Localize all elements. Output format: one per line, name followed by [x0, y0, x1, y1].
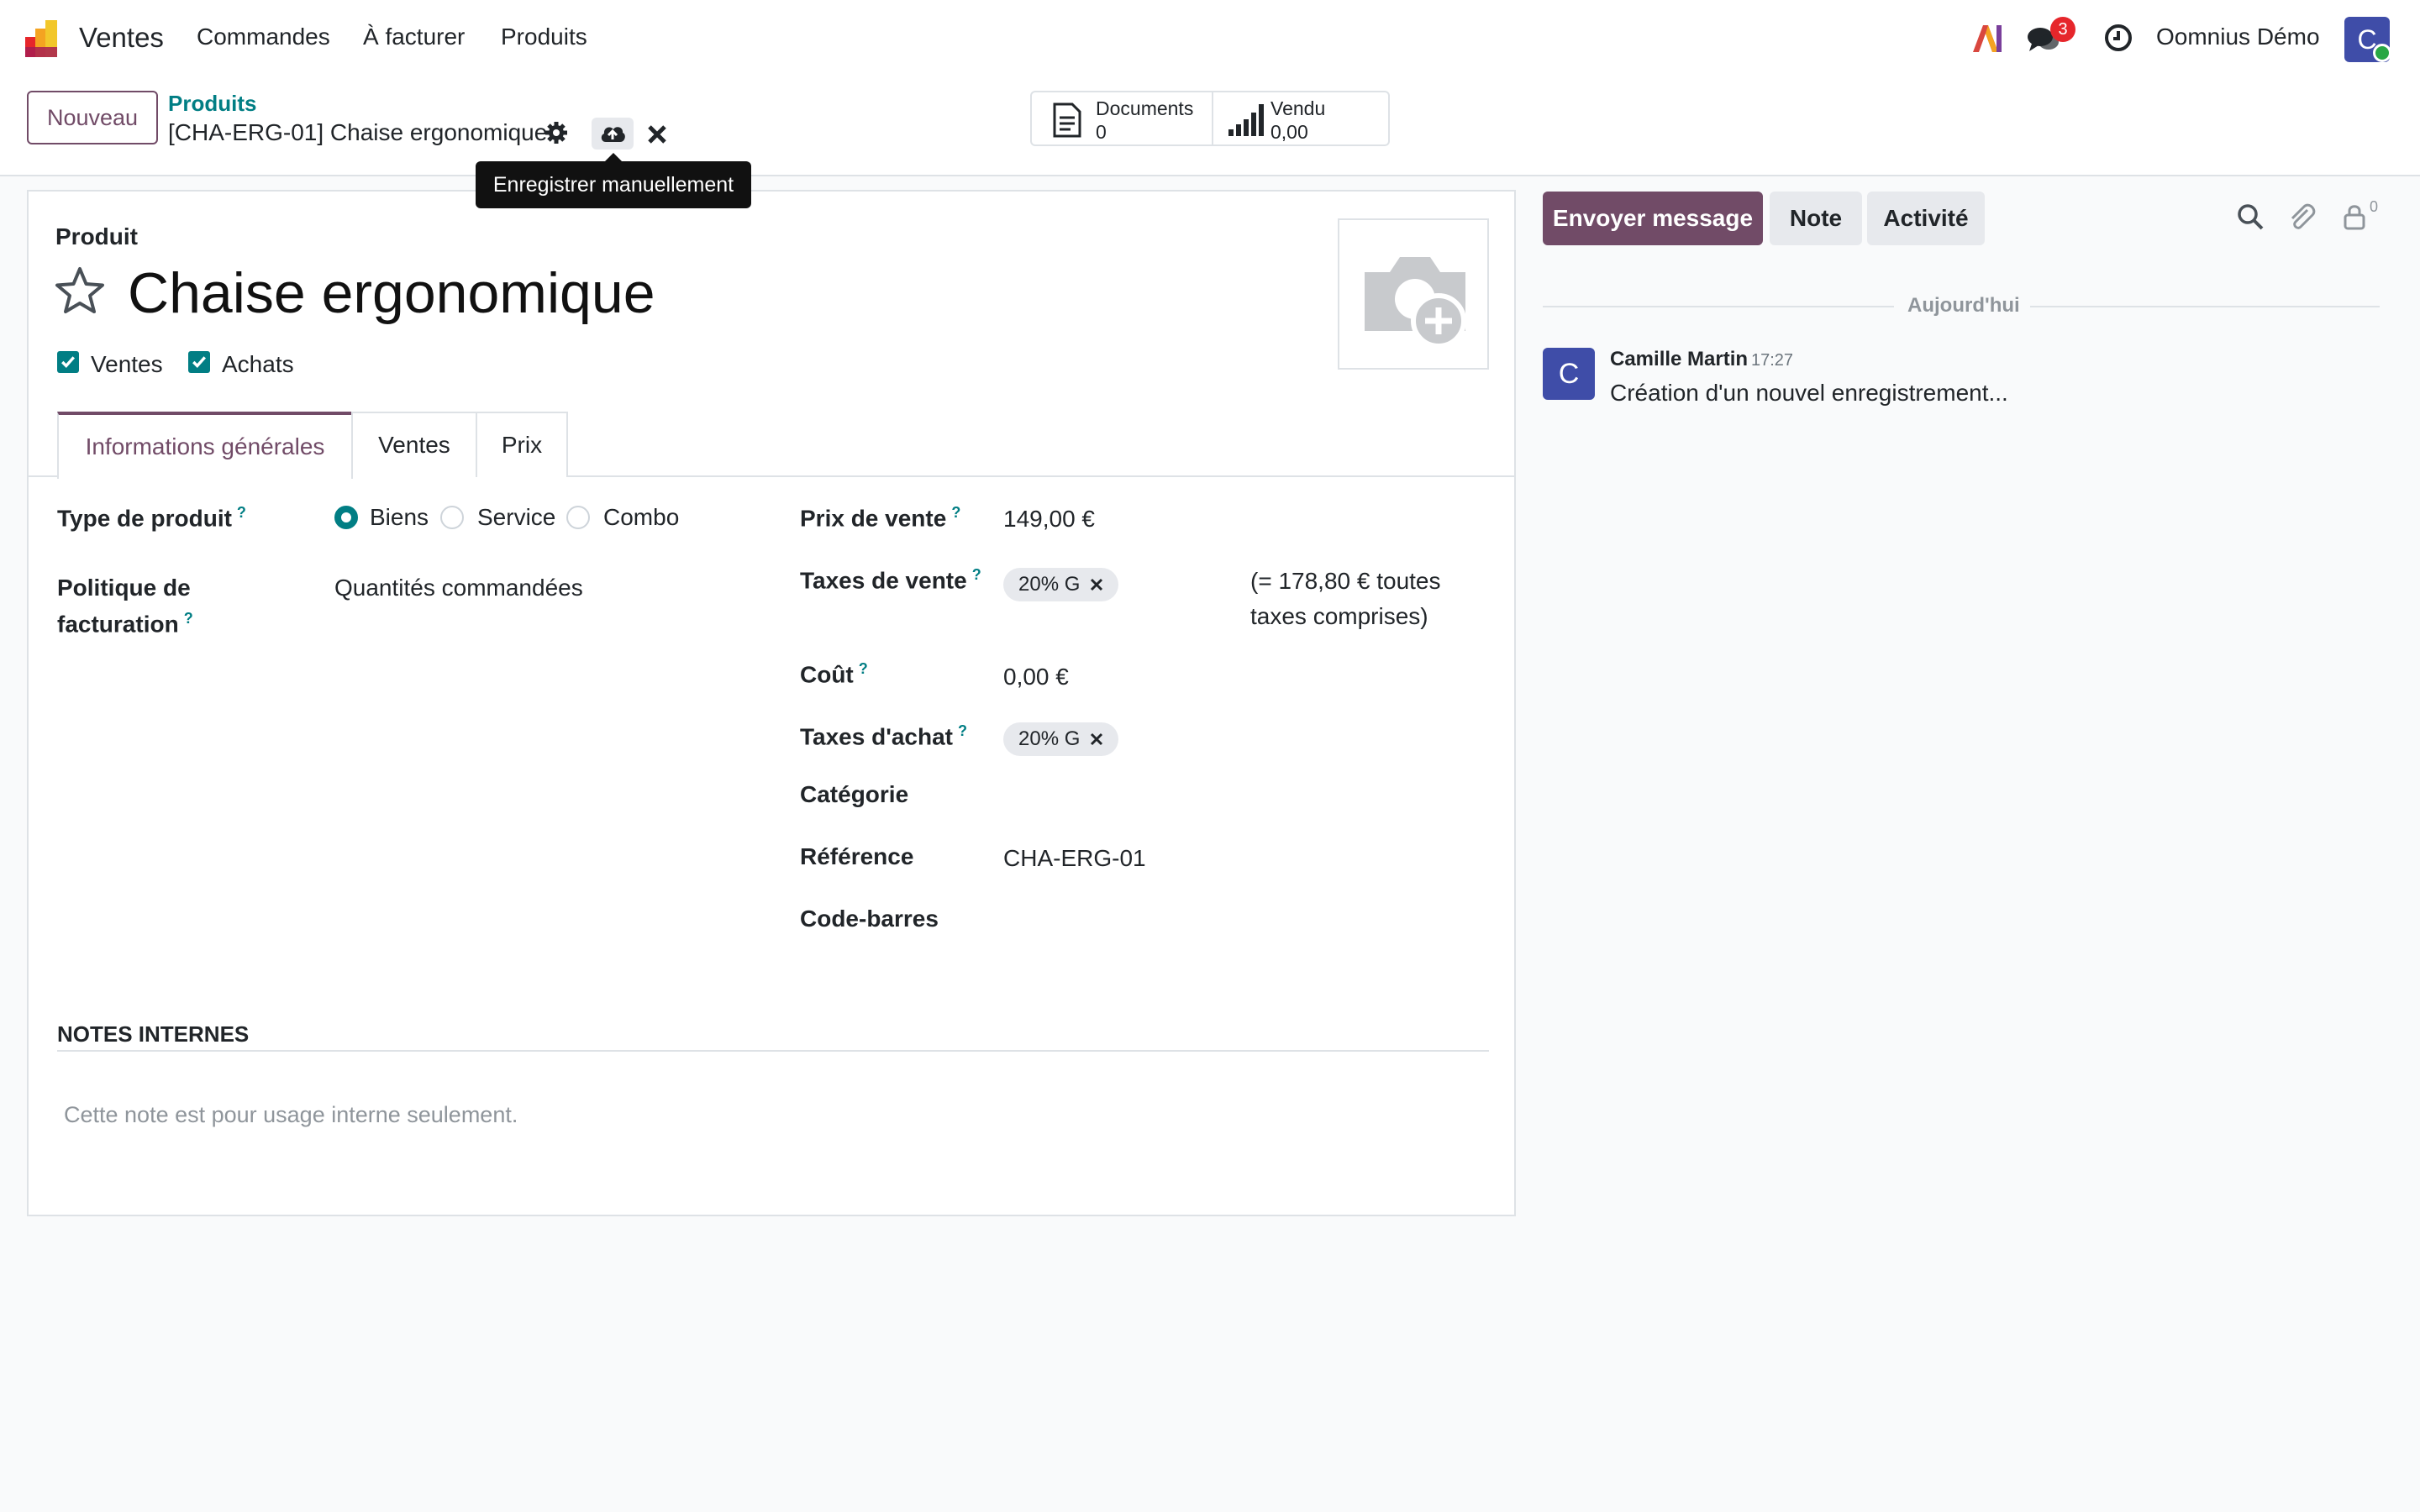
invoice-policy-label-line1: Politique de	[57, 575, 191, 601]
documents-smart-button[interactable]: Documents 0	[1030, 91, 1213, 146]
tab-general-info[interactable]: Informations générales	[57, 412, 353, 479]
document-icon	[1053, 102, 1081, 138]
signal-bars-icon	[1228, 104, 1264, 136]
menu-to-invoice[interactable]: À facturer	[363, 24, 465, 50]
purchase-checkbox[interactable]	[188, 351, 210, 373]
check-icon	[192, 356, 207, 368]
product-name[interactable]: Chaise ergonomique	[128, 260, 655, 326]
help-mark[interactable]: ?	[951, 504, 960, 521]
sales-checkbox[interactable]	[57, 351, 79, 373]
help-mark[interactable]: ?	[237, 504, 246, 521]
send-message-button[interactable]: Envoyer message	[1543, 192, 1763, 245]
radio-goods-label: Biens	[370, 504, 429, 530]
search-icon[interactable]	[2237, 203, 2264, 230]
internal-notes-title: NOTES INTERNES	[57, 1021, 250, 1047]
sale-tax-tag-label: 20% G	[1018, 573, 1081, 596]
message-time: 17:27	[1751, 351, 1794, 370]
gear-icon[interactable]	[544, 121, 568, 144]
clock-icon[interactable]	[2104, 24, 2133, 52]
documents-label: Documents	[1096, 97, 1194, 119]
help-mark[interactable]: ?	[184, 610, 193, 627]
cost-value[interactable]: 0,00 €	[1003, 664, 1069, 690]
top-navbar: Ventes Commandes À facturer Produits 3 O…	[0, 0, 2420, 77]
help-mark[interactable]: ?	[859, 660, 868, 677]
cost-label: Coût?	[800, 660, 868, 688]
today-separator: Aujourd'hui	[1907, 294, 2020, 317]
sold-label: Vendu	[1270, 97, 1326, 119]
radio-goods[interactable]	[334, 506, 358, 529]
remove-tag-icon[interactable]	[1090, 732, 1103, 746]
purchase-tax-label: Taxes d'achat?	[800, 722, 967, 750]
ai-icon[interactable]	[1971, 24, 2003, 54]
star-icon[interactable]	[54, 265, 106, 316]
messages-badge: 3	[2050, 17, 2075, 42]
tab-sales[interactable]: Ventes	[351, 412, 477, 477]
save-tooltip: Enregistrer manuellement	[476, 153, 751, 208]
category-input[interactable]	[1003, 778, 1474, 811]
discard-icon[interactable]	[647, 124, 667, 144]
control-panel: Nouveau Produits [CHA-ERG-01] Chaise erg…	[0, 77, 2420, 176]
form-header-label: Produit	[55, 223, 138, 249]
note-button[interactable]: Note	[1770, 192, 1862, 245]
radio-combo[interactable]	[566, 506, 590, 529]
today-divider-left	[1543, 306, 1894, 307]
followers-lock-icon[interactable]	[2343, 203, 2366, 230]
online-status-dot	[2373, 44, 2391, 62]
check-icon	[61, 356, 76, 368]
radio-service[interactable]	[440, 506, 464, 529]
invoice-policy-value[interactable]: Quantités commandées	[334, 575, 583, 601]
sold-smart-button[interactable]: Vendu 0,00	[1212, 91, 1390, 146]
product-form-sheet: Produit Chaise ergonomique Ventes Achats…	[27, 190, 1516, 1216]
reference-value[interactable]: CHA-ERG-01	[1003, 845, 1146, 872]
sales-checkbox-label: Ventes	[91, 351, 163, 377]
barcode-input[interactable]	[1003, 902, 1474, 936]
notes-divider	[57, 1050, 1489, 1052]
sale-tax-tag[interactable]: 20% G	[1003, 568, 1119, 601]
sales-app-icon[interactable]	[24, 18, 64, 59]
record-title: [CHA-ERG-01] Chaise ergonomique	[168, 119, 548, 145]
cloud-upload-icon	[601, 127, 625, 142]
sold-value: 0,00	[1270, 121, 1308, 143]
sale-price-label: Prix de vente?	[800, 504, 961, 532]
remove-tag-icon[interactable]	[1090, 578, 1103, 591]
radio-service-label: Service	[477, 504, 556, 530]
app-name[interactable]: Ventes	[79, 22, 164, 54]
product-type-label: Type de produit?	[57, 504, 246, 532]
tax-included-line1: (= 178,80 € toutes	[1250, 568, 1441, 594]
category-label: Catégorie	[800, 781, 909, 807]
help-mark[interactable]: ?	[958, 722, 967, 739]
message-author[interactable]: Camille Martin	[1610, 348, 1748, 371]
camera-plus-icon	[1365, 257, 1466, 348]
author-avatar[interactable]: C	[1543, 348, 1595, 400]
activity-button[interactable]: Activité	[1867, 192, 1985, 245]
internal-notes-input[interactable]: Cette note est pour usage interne seulem…	[64, 1102, 518, 1128]
product-image[interactable]	[1338, 218, 1489, 370]
purchase-checkbox-label: Achats	[222, 351, 294, 377]
documents-count: 0	[1096, 121, 1107, 143]
save-manually-button[interactable]	[592, 118, 634, 150]
menu-products[interactable]: Produits	[501, 24, 587, 50]
menu-orders[interactable]: Commandes	[197, 24, 330, 50]
new-button[interactable]: Nouveau	[27, 91, 158, 144]
sale-tax-label: Taxes de vente?	[800, 566, 981, 594]
paperclip-icon[interactable]	[2287, 202, 2316, 232]
followers-count: 0	[2370, 198, 2379, 215]
breadcrumb-products[interactable]: Produits	[168, 91, 256, 117]
sale-price-value[interactable]: 149,00 €	[1003, 506, 1095, 533]
invoice-policy-label-line2: facturation?	[57, 610, 193, 638]
today-divider-right	[2030, 306, 2380, 307]
purchase-tax-tag-label: 20% G	[1018, 727, 1081, 750]
tab-price[interactable]: Prix	[476, 412, 568, 477]
radio-combo-label: Combo	[603, 504, 680, 530]
message-body: Création d'un nouvel enregistrement...	[1610, 380, 2008, 406]
help-mark[interactable]: ?	[972, 566, 981, 583]
purchase-tax-tag[interactable]: 20% G	[1003, 722, 1119, 756]
reference-label: Référence	[800, 843, 914, 869]
barcode-label: Code-barres	[800, 906, 939, 932]
tax-included-line2: taxes comprises)	[1250, 603, 1428, 629]
user-name[interactable]: Oomnius Démo	[2156, 24, 2320, 50]
